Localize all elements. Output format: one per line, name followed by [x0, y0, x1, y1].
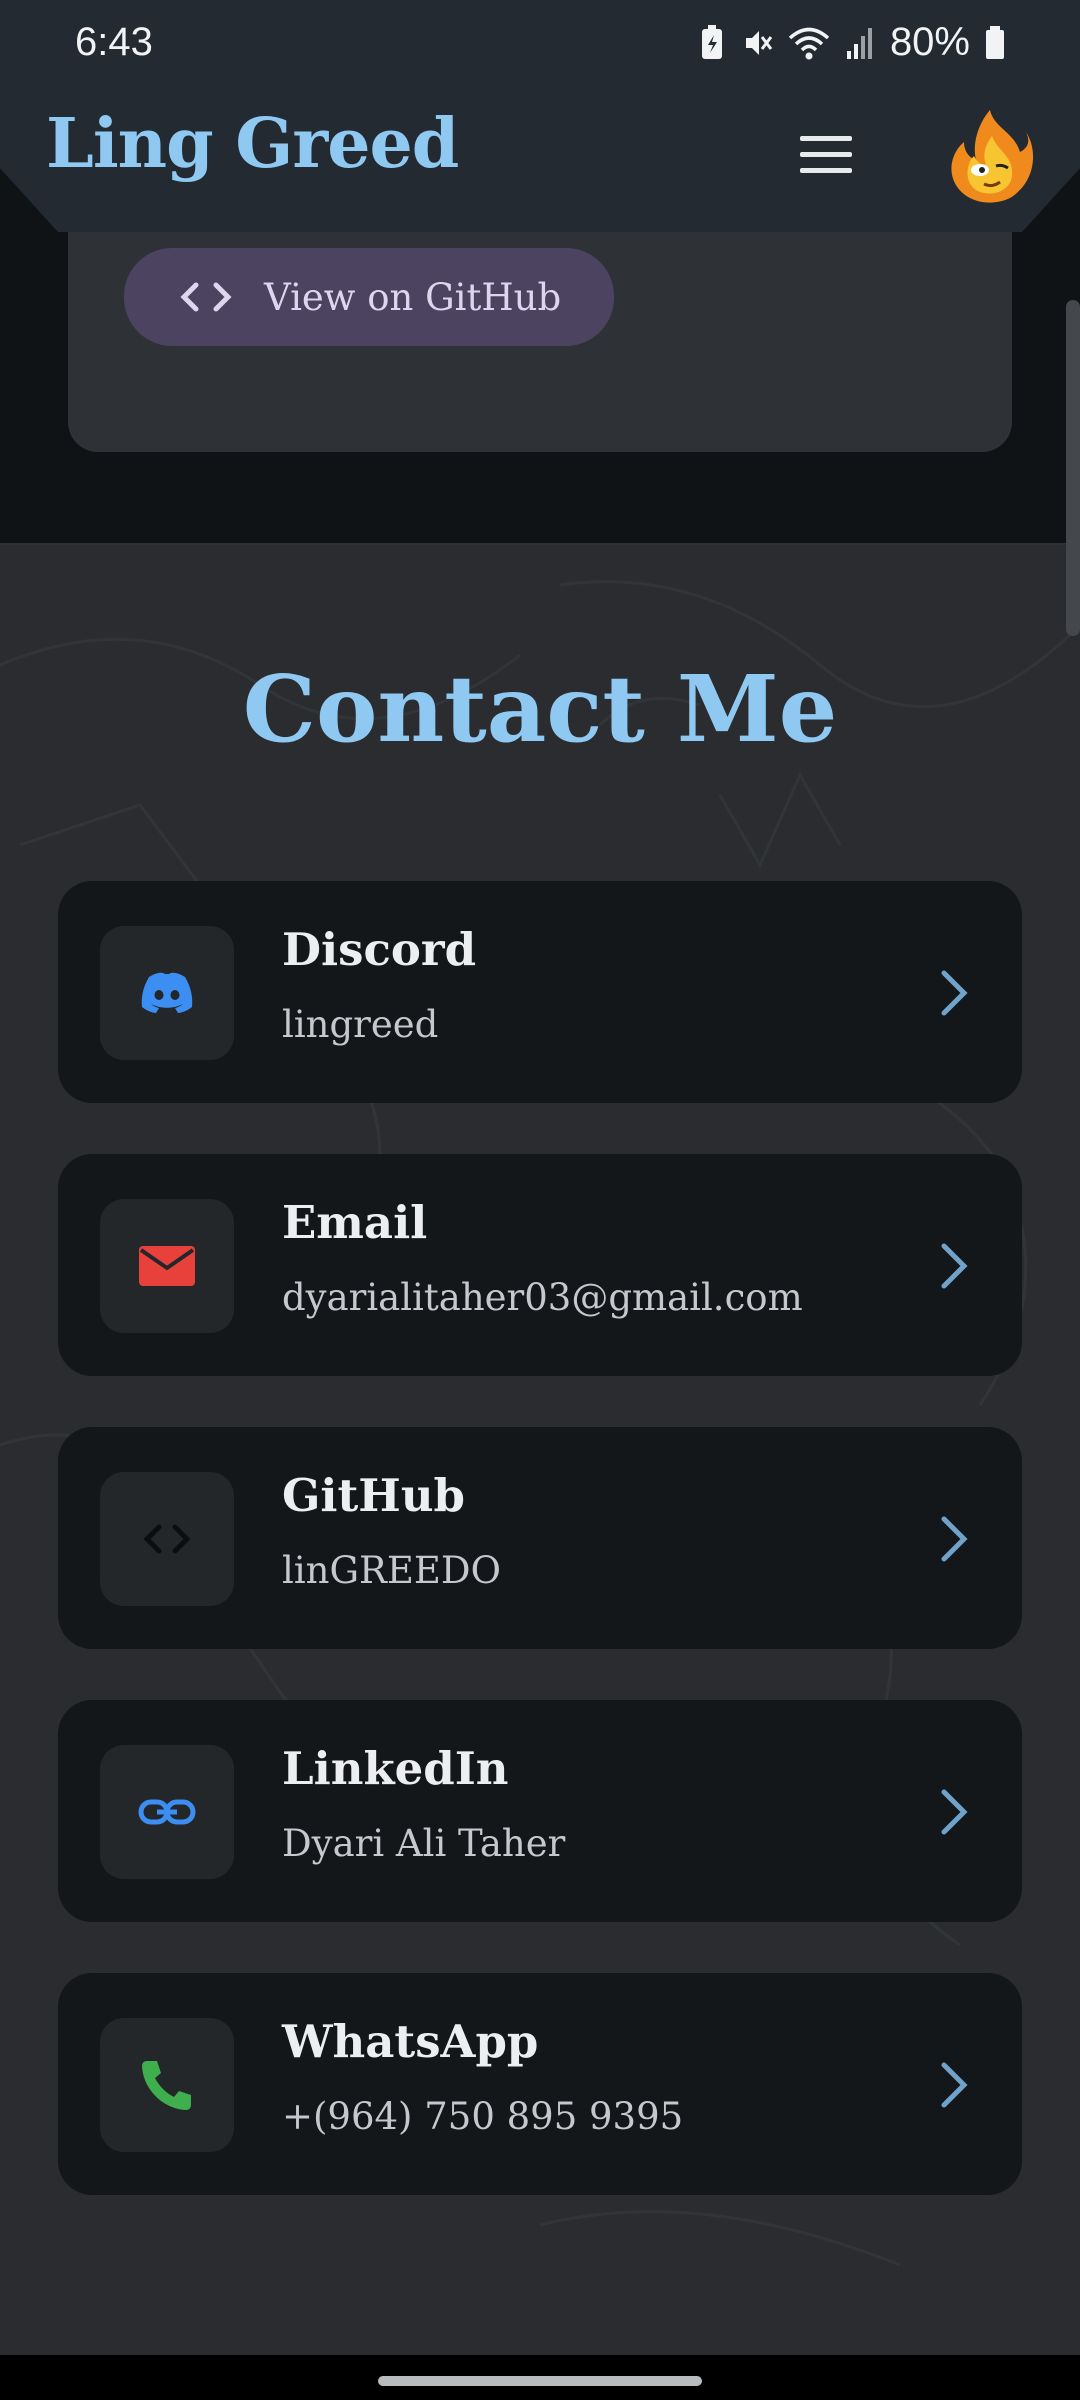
view-on-github-button[interactable]: View on GitHub	[124, 248, 614, 346]
status-icons: 80%	[696, 20, 1006, 65]
navigation-bar	[0, 2355, 1080, 2400]
icon-tile	[100, 1199, 234, 1333]
status-time: 6:43	[75, 20, 153, 64]
menu-line	[800, 136, 852, 141]
code-icon	[180, 282, 232, 312]
chevron-right-icon	[941, 2062, 968, 2108]
signal-icon	[846, 27, 872, 59]
contact-card-discord[interactable]: Discord lingreed	[58, 881, 1022, 1103]
mute-icon	[745, 30, 773, 55]
battery-saver-icon	[701, 24, 722, 59]
app-header: Ling Greed	[0, 90, 1080, 232]
contact-card-title: GitHub	[282, 1469, 466, 1522]
wifi-icon	[788, 27, 830, 59]
battery-percent: 80%	[889, 20, 970, 64]
status-bar: 6:43 80%	[0, 0, 1080, 90]
mail-icon	[139, 1246, 195, 1286]
contact-title: Contact Me	[242, 655, 838, 763]
contact-card-value: lingreed	[282, 1003, 439, 1046]
hamburger-menu-button[interactable]	[796, 132, 858, 178]
contact-card-value: linGREEDO	[282, 1549, 501, 1592]
view-on-github-label: View on GitHub	[264, 275, 562, 319]
contact-card-whatsapp[interactable]: WhatsApp +(964) 750 895 9395	[58, 1973, 1022, 2195]
discord-icon	[141, 972, 193, 1013]
icon-tile	[100, 926, 234, 1060]
icon-tile	[100, 1472, 234, 1606]
contact-card-value: +(964) 750 895 9395	[282, 2095, 684, 2138]
chevron-right-icon	[941, 1243, 968, 1289]
contact-card-value: dyarialitaher03@gmail.com	[282, 1276, 803, 1319]
menu-line	[800, 152, 852, 157]
phone-icon	[142, 2061, 191, 2110]
contact-card-title: Email	[282, 1196, 428, 1249]
flame-mascot-icon[interactable]	[944, 106, 1036, 206]
brand-logo-text[interactable]: Ling Greed	[46, 104, 459, 184]
icon-tile	[100, 2018, 234, 2152]
contact-section: Contact Me Discord lingreed Email dyaria…	[0, 545, 1080, 2355]
code-icon	[143, 1524, 191, 1554]
contact-card-title: LinkedIn	[282, 1742, 509, 1795]
scrollbar[interactable]	[1066, 300, 1080, 636]
chevron-right-icon	[941, 970, 968, 1016]
contact-card-title: Discord	[282, 923, 477, 976]
contact-card-title: WhatsApp	[282, 2015, 539, 2068]
menu-line	[800, 168, 852, 173]
battery-icon	[986, 25, 1004, 59]
contact-card-email[interactable]: Email dyarialitaher03@gmail.com	[58, 1154, 1022, 1376]
chevron-right-icon	[941, 1789, 968, 1835]
contact-card-linkedin[interactable]: LinkedIn Dyari Ali Taher	[58, 1700, 1022, 1922]
contact-card-github[interactable]: GitHub linGREEDO	[58, 1427, 1022, 1649]
contact-card-value: Dyari Ali Taher	[282, 1822, 566, 1865]
home-indicator[interactable]	[378, 2376, 702, 2386]
icon-tile	[100, 1745, 234, 1879]
link-icon	[138, 1799, 196, 1825]
chevron-right-icon	[941, 1516, 968, 1562]
